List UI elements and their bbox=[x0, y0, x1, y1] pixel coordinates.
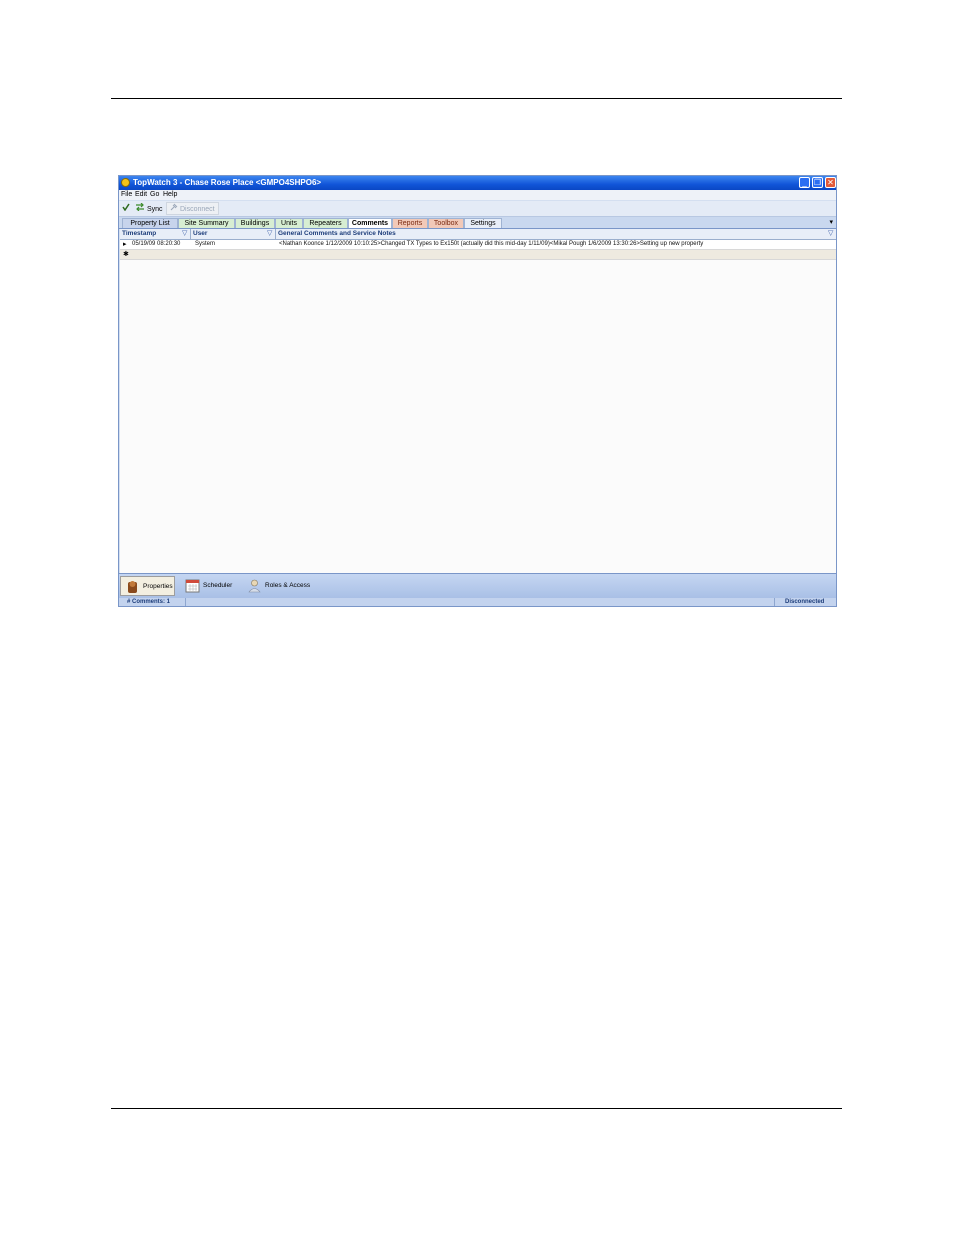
user-icon bbox=[248, 579, 261, 593]
column-timestamp[interactable]: Timestamp bbox=[122, 230, 156, 237]
tab-comments[interactable]: Comments bbox=[348, 218, 392, 228]
toolbar: Sync Disconnect bbox=[119, 201, 836, 217]
comment-count: # Comments: 1 bbox=[127, 599, 171, 605]
tab-reports[interactable]: Reports bbox=[392, 218, 428, 228]
tab-units[interactable]: Units bbox=[275, 218, 303, 228]
nav-scheduler[interactable]: Scheduler bbox=[181, 576, 241, 596]
page-bottom-rule bbox=[111, 1108, 842, 1109]
tab-toolbox[interactable]: Toolbox bbox=[428, 218, 464, 228]
plug-icon bbox=[170, 203, 178, 215]
status-divider bbox=[185, 598, 186, 606]
column-divider[interactable] bbox=[190, 229, 191, 239]
check-icon bbox=[122, 203, 130, 215]
menu-help[interactable]: Help bbox=[163, 191, 177, 198]
sync-button[interactable]: Sync bbox=[135, 202, 163, 215]
menu-edit[interactable]: Edit bbox=[135, 191, 147, 198]
cell-notes[interactable]: <Nathan Koonce 1/12/2009 10:10:25>Change… bbox=[279, 241, 703, 247]
nav-properties-label: Properties bbox=[143, 583, 173, 590]
app-icon bbox=[121, 178, 130, 187]
check-button[interactable] bbox=[122, 203, 132, 214]
nav-properties[interactable]: Properties bbox=[120, 576, 175, 596]
navigation-panel: Properties Scheduler Roles & Access bbox=[119, 573, 836, 598]
new-row-icon: ✱ bbox=[123, 251, 129, 258]
tab-overflow-icon[interactable]: ▾ bbox=[829, 218, 833, 226]
tab-settings[interactable]: Settings bbox=[464, 218, 502, 228]
grid-header: Timestamp ▽ User ▽ General Comments and … bbox=[120, 229, 836, 240]
tab-buildings[interactable]: Buildings bbox=[235, 218, 275, 228]
minimize-button[interactable]: _ bbox=[799, 177, 810, 188]
disconnect-label: Disconnect bbox=[180, 206, 215, 213]
nav-roles-access-label: Roles & Access bbox=[265, 582, 311, 589]
nav-scheduler-label: Scheduler bbox=[203, 582, 233, 589]
tab-strip: Property List Site Summary Buildings Uni… bbox=[119, 217, 836, 229]
sync-arrows-icon bbox=[135, 202, 145, 215]
menu-go[interactable]: Go bbox=[150, 191, 159, 198]
filter-icon[interactable]: ▽ bbox=[267, 229, 272, 237]
tab-repeaters[interactable]: Repeaters bbox=[303, 218, 348, 228]
properties-icon bbox=[128, 581, 137, 593]
window-title: TopWatch 3 - Chase Rose Place <GMPO4SHPO… bbox=[133, 178, 322, 187]
disconnect-button[interactable]: Disconnect bbox=[166, 202, 219, 215]
filter-icon[interactable]: ▽ bbox=[828, 229, 833, 237]
column-notes[interactable]: General Comments and Service Notes bbox=[278, 230, 396, 237]
close-button[interactable]: ✕ bbox=[825, 177, 836, 188]
cell-timestamp[interactable]: 05/19/09 08:20:30 bbox=[132, 241, 180, 247]
status-bar: # Comments: 1 Disconnected bbox=[119, 598, 836, 606]
cell-user[interactable]: System bbox=[195, 241, 215, 247]
menu-bar: File Edit Go Help bbox=[119, 190, 836, 200]
calendar-icon bbox=[185, 579, 200, 593]
maximize-button[interactable]: ❐ bbox=[812, 177, 823, 188]
nav-roles-access[interactable]: Roles & Access bbox=[243, 576, 323, 596]
row-indicator-icon: ▸ bbox=[123, 241, 127, 248]
table-row[interactable]: ▸ 05/19/09 08:20:30 System <Nathan Koonc… bbox=[120, 240, 836, 250]
new-row[interactable]: ✱ bbox=[120, 250, 836, 260]
sync-label: Sync bbox=[147, 206, 163, 213]
page-top-rule bbox=[111, 98, 842, 99]
column-user[interactable]: User bbox=[193, 230, 207, 237]
connection-status: Disconnected bbox=[785, 599, 825, 605]
status-divider bbox=[774, 598, 775, 606]
filter-icon[interactable]: ▽ bbox=[182, 229, 187, 237]
tab-site-summary[interactable]: Site Summary bbox=[178, 218, 235, 228]
tab-property-list[interactable]: Property List bbox=[122, 218, 178, 228]
comments-grid: Timestamp ▽ User ▽ General Comments and … bbox=[120, 229, 836, 573]
app-window: TopWatch 3 - Chase Rose Place <GMPO4SHPO… bbox=[118, 175, 837, 607]
menu-file[interactable]: File bbox=[121, 191, 132, 198]
title-bar[interactable]: TopWatch 3 - Chase Rose Place <GMPO4SHPO… bbox=[119, 176, 836, 190]
column-divider[interactable] bbox=[275, 229, 276, 239]
